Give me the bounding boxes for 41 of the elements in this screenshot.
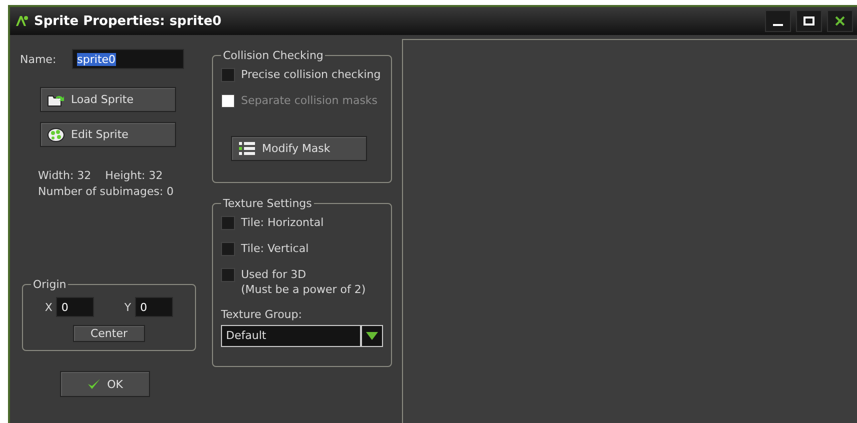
checkbox[interactable] — [221, 68, 235, 82]
subimages-text: Number of subimages: 0 — [38, 185, 175, 198]
note-text: (Must be a power of 2) — [241, 283, 366, 296]
maximize-icon — [803, 16, 815, 26]
window-title: Sprite Properties: sprite0 — [34, 14, 222, 28]
name-label: Name: — [20, 52, 56, 66]
maximize-button[interactable] — [796, 10, 822, 32]
checkbox[interactable] — [221, 268, 235, 282]
texture-title: Texture Settings — [222, 197, 313, 210]
minimize-icon — [773, 24, 783, 26]
width-text: Width: 32 — [38, 169, 92, 182]
checkbox-label: Tile: Horizontal — [241, 216, 324, 229]
checkbox[interactable] — [221, 216, 235, 230]
collision-title: Collision Checking — [222, 49, 324, 62]
y-field[interactable]: 0 — [135, 297, 174, 317]
palette-icon — [47, 126, 65, 142]
name-field[interactable]: sprite0 — [72, 49, 184, 69]
checkbox[interactable] — [221, 242, 235, 256]
checkbox-label: Tile: Vertical — [241, 242, 309, 255]
list-icon — [238, 140, 256, 156]
checkbox-label: Separate collision masks — [241, 94, 378, 107]
load-sprite-button[interactable]: Load Sprite — [40, 87, 176, 112]
app-logo-icon — [14, 14, 30, 28]
checkmark-icon — [87, 378, 102, 390]
x-field[interactable]: 0 — [56, 297, 94, 317]
center-button[interactable]: Center — [73, 325, 145, 342]
ok-button[interactable]: OK — [60, 371, 150, 397]
x-label: X — [44, 300, 52, 314]
texture-group-dropdown[interactable]: Default — [221, 325, 383, 347]
close-icon — [834, 16, 846, 26]
checkbox-label: Used for 3D — [241, 268, 308, 281]
height-text: Height: 32 — [105, 169, 163, 182]
y-label: Y — [124, 300, 132, 314]
checkbox-label: Precise collision checking — [241, 68, 381, 81]
modify-mask-button[interactable]: Modify Mask — [231, 136, 367, 161]
minimize-button[interactable] — [765, 10, 791, 32]
dropdown-arrow-icon — [366, 332, 378, 340]
close-button[interactable] — [827, 10, 853, 32]
origin-label: Origin — [32, 278, 68, 291]
edit-sprite-button[interactable]: Edit Sprite — [40, 122, 176, 147]
texture-group-label: Texture Group: — [221, 308, 303, 321]
